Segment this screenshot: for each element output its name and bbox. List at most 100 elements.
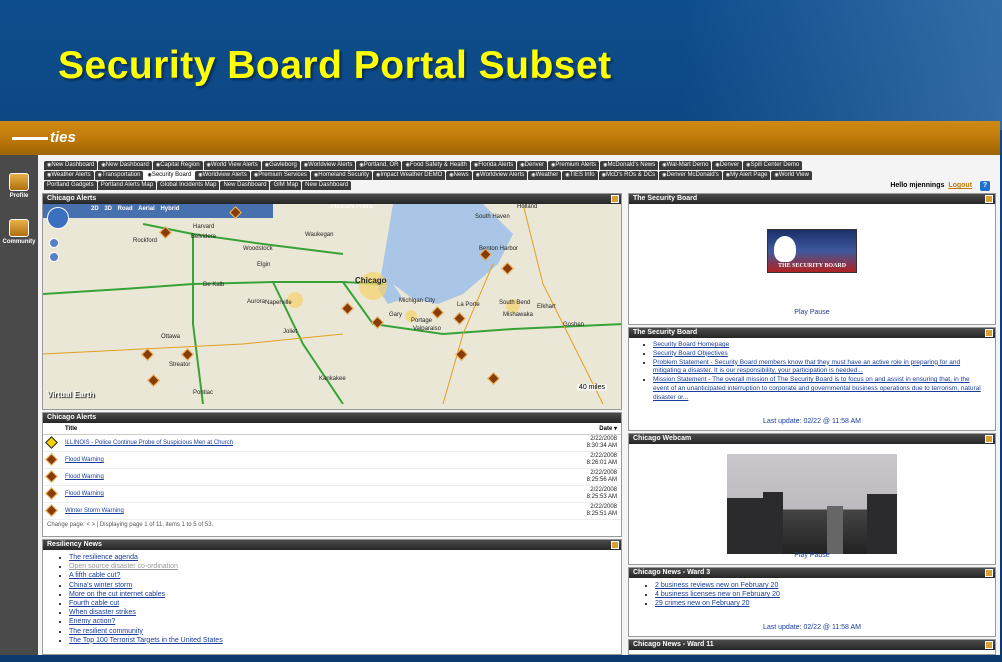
alert-row[interactable]: Flood Warning 2/22/2008 8:25:53 AM [43, 485, 621, 503]
news-link[interactable]: The Top 100 Terrorist Targets in the Uni… [69, 637, 223, 644]
panel-menu-icon[interactable] [985, 435, 993, 443]
map-label-valparaiso: Valparaiso [413, 326, 441, 332]
tab-row-3: Portland Gadgets Portland Alerts Map Globa… [44, 181, 352, 190]
panel-menu-icon[interactable] [985, 569, 993, 577]
tab-item[interactable]: GIM Map [270, 181, 302, 190]
alerts-col-date[interactable]: Date ▾ [520, 423, 621, 435]
tab-item[interactable]: My Alert Page [722, 171, 771, 180]
news-link[interactable]: More on the cut internet cables [69, 591, 165, 598]
tab-item[interactable]: Spill Center Demo [743, 161, 803, 170]
map-label-la-porte: La Porte [457, 302, 480, 308]
map-label-south-bend: South Bend [499, 300, 531, 306]
news-link[interactable]: Problem Statement - Security Board membe… [653, 359, 960, 375]
zoom-in-icon[interactable] [49, 238, 59, 248]
tab-item[interactable]: News [446, 171, 472, 180]
tab-item[interactable]: McD's ROs & DCs [598, 171, 659, 180]
tab-item[interactable]: Weather Alerts [44, 171, 94, 180]
tab-item[interactable]: Denver [712, 161, 743, 170]
alert-row[interactable]: Flood Warning 2/22/2008 8:26:01 AM [43, 451, 621, 469]
news-link[interactable]: The resilience agenda [69, 554, 138, 561]
tab-item[interactable]: Denver McDonald's [659, 171, 722, 180]
panel-menu-icon[interactable] [611, 541, 619, 549]
alert-title-link[interactable]: Flood Warning [65, 457, 104, 463]
alerts-col-title[interactable]: Title [61, 423, 521, 435]
help-icon[interactable]: ? [980, 181, 990, 191]
news-link[interactable]: Enemy action? [69, 618, 115, 625]
rail-profile[interactable]: Profile [2, 173, 36, 199]
tab-item[interactable]: Worldview Alerts [300, 161, 356, 170]
tab-item[interactable]: Wal-Mart Demo [659, 161, 712, 170]
tab-item[interactable]: McDonald's News [600, 161, 659, 170]
panel-menu-icon[interactable] [985, 641, 993, 649]
tab-item[interactable]: Weather [528, 171, 562, 180]
alert-title-link[interactable]: Flood Warning [65, 474, 104, 480]
tab-item[interactable]: Denver [517, 161, 547, 170]
tab-item[interactable]: Premium Alerts [548, 161, 600, 170]
alert-title-link[interactable]: Flood Warning [65, 491, 104, 497]
list-item: Security Board Objectives [653, 350, 981, 359]
news-link[interactable]: Fourth cable cut [69, 600, 119, 607]
news-link[interactable]: Open source disaster co-ordination [69, 563, 178, 570]
map-label-michigan-city: Michigan City [399, 298, 436, 304]
ties-logo[interactable]: ties [12, 129, 76, 146]
tab-item[interactable]: Florida Alerts [470, 161, 517, 170]
map-mode-switch[interactable]: 2D 3D Road Aerial Hybrid [91, 206, 179, 212]
tab-item[interactable]: Worldview Alerts [472, 171, 528, 180]
rail-community[interactable]: Community [2, 219, 36, 245]
news-link[interactable]: 29 crimes new on February 20 [655, 600, 750, 607]
security-board-links-header: The Security Board [629, 328, 995, 338]
alert-row[interactable]: Flood Warning 2/22/2008 8:25:56 AM [43, 468, 621, 486]
tab-item[interactable]: Portland, OR [356, 161, 402, 170]
alert-title-link[interactable]: Winter Storm Warning [65, 508, 124, 514]
tab-item[interactable]: New Dashboard [302, 181, 352, 190]
alert-row[interactable]: ILLINOIS - Police Continue Probe of Susp… [43, 434, 621, 452]
webcam-play-pause[interactable]: Play Pause [629, 552, 995, 559]
news-link[interactable]: Mission Statement - The overall mission … [653, 376, 981, 401]
alert-title-link[interactable]: ILLINOIS - Police Continue Probe of Susp… [65, 440, 233, 446]
news-link[interactable]: 4 business licenses new on February 20 [655, 591, 780, 598]
zoom-out-icon[interactable] [49, 252, 59, 262]
panel-menu-icon[interactable] [611, 195, 619, 203]
tab-item[interactable]: World View [771, 171, 812, 180]
tab-item[interactable]: Security Board [144, 171, 195, 180]
news-link[interactable]: A fifth cable cut? [69, 572, 120, 579]
news-link[interactable]: 2 business reviews new on February 20 [655, 582, 778, 589]
list-item: The resilient community [69, 627, 621, 636]
tab-item[interactable]: New Dashboard [44, 161, 98, 170]
tab-item[interactable]: Gavleborg [261, 161, 300, 170]
play-pause-control[interactable]: Play Pause [629, 309, 995, 316]
tab-item[interactable]: Worldview Alerts [195, 171, 250, 180]
news-link[interactable]: China's winter storm [69, 582, 132, 589]
alerts-pager[interactable]: Change page: < > | Displaying page 1 of … [43, 520, 621, 530]
map-panel-header: Chicago Alerts [43, 194, 621, 204]
flood-icon [45, 452, 58, 466]
alert-date: 2/22/2008 8:25:56 AM [520, 468, 621, 486]
map-pan-control[interactable] [47, 207, 69, 229]
tab-item[interactable]: Portland Alerts Map [97, 181, 157, 190]
tab-item[interactable]: Capital Region [152, 161, 203, 170]
tab-item[interactable]: World View Alerts [203, 161, 261, 170]
tab-item[interactable]: New Dashboard [98, 161, 152, 170]
alert-row[interactable]: Winter Storm Warning 2/22/2008 8:25:51 AM [43, 502, 621, 520]
list-item: When disaster strikes [69, 608, 621, 617]
tab-item[interactable]: Food Safety & Health [402, 161, 470, 170]
tab-item[interactable]: Impact Weather DEMO [372, 171, 446, 180]
map-label-rockford: Rockford [133, 238, 158, 244]
flood-icon [45, 486, 58, 500]
news-link[interactable]: The resilient community [69, 628, 143, 635]
panel-menu-icon[interactable] [985, 195, 993, 203]
tab-item[interactable]: Global Incidents Map [157, 181, 220, 190]
list-item: More on the cut internet cables [69, 590, 621, 599]
tab-item[interactable]: New Dashboard [220, 181, 270, 190]
news-link[interactable]: Security Board Objectives [653, 350, 728, 357]
alerts-map[interactable]: 2D 3D Road Aerial Hybrid Chicago Rockfor… [43, 204, 621, 409]
tab-item[interactable]: Premium Services [250, 171, 310, 180]
logout-link[interactable]: Logout [948, 182, 972, 189]
tab-item[interactable]: Transportation [94, 171, 144, 180]
tab-item[interactable]: TIES Info [562, 171, 598, 180]
tab-item[interactable]: Portland Gadgets [44, 181, 97, 190]
tab-item[interactable]: Homeland Security [310, 171, 372, 180]
news-link[interactable]: Security Board Homepage [653, 341, 729, 348]
panel-menu-icon[interactable] [985, 329, 993, 337]
news-link[interactable]: When disaster strikes [69, 609, 136, 616]
